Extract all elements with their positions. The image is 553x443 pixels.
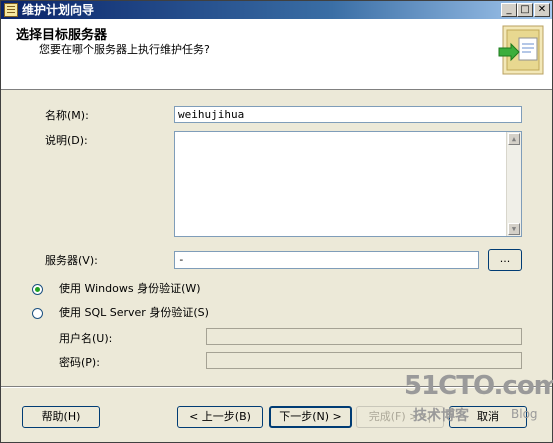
username-input[interactable] [206,328,522,345]
watermark-tagline: 技术博客 [413,408,469,424]
back-button[interactable]: < 上一步(B) [177,406,263,428]
wizard-app-icon [4,3,18,17]
close-button[interactable]: ✕ [534,3,550,17]
description-textarea[interactable]: ▲ ▼ [174,131,522,237]
name-label: 名称(M): [45,109,89,122]
wizard-graphic-icon [498,25,544,75]
title-bar[interactable]: 维护计划向导 _ □ ✕ [1,1,552,19]
minimize-button[interactable]: _ [501,3,517,17]
password-label: 密码(P): [59,356,100,369]
windows-auth-label[interactable]: 使用 Windows 身份验证(W) [59,282,201,296]
maximize-button[interactable]: □ [517,3,533,17]
page-subtitle: 您要在哪个服务器上执行维护任务? [39,43,210,56]
sql-auth-radio[interactable] [32,308,43,319]
windows-auth-radio[interactable] [32,284,43,295]
scroll-down-icon[interactable]: ▼ [508,223,520,235]
scroll-up-icon[interactable]: ▲ [508,133,520,145]
sql-auth-label[interactable]: 使用 SQL Server 身份验证(S) [59,306,209,320]
description-label: 说明(D): [45,134,88,147]
next-button[interactable]: 下一步(N) > [269,406,352,428]
description-scrollbar[interactable]: ▲ ▼ [506,132,521,236]
name-input[interactable]: weihujihua [174,106,522,123]
wizard-header: 选择目标服务器 您要在哪个服务器上执行维护任务? [1,19,552,90]
server-label: 服务器(V): [45,254,98,267]
watermark-site: 51CTO.com [404,371,553,401]
browse-server-button[interactable]: ... [488,249,522,271]
username-label: 用户名(U): [59,332,113,345]
help-button[interactable]: 帮助(H) [22,406,100,428]
watermark-blog: Blog [511,407,538,421]
server-input[interactable]: - [174,251,479,269]
wizard-window: 维护计划向导 _ □ ✕ 选择目标服务器 您要在哪个服务器上执行维护任务? 名称… [0,0,553,443]
window-title: 维护计划向导 [22,3,95,17]
password-input[interactable] [206,352,522,369]
wizard-body: 名称(M): weihujihua 说明(D): ▲ ▼ 服务器(V): - .… [1,90,552,386]
